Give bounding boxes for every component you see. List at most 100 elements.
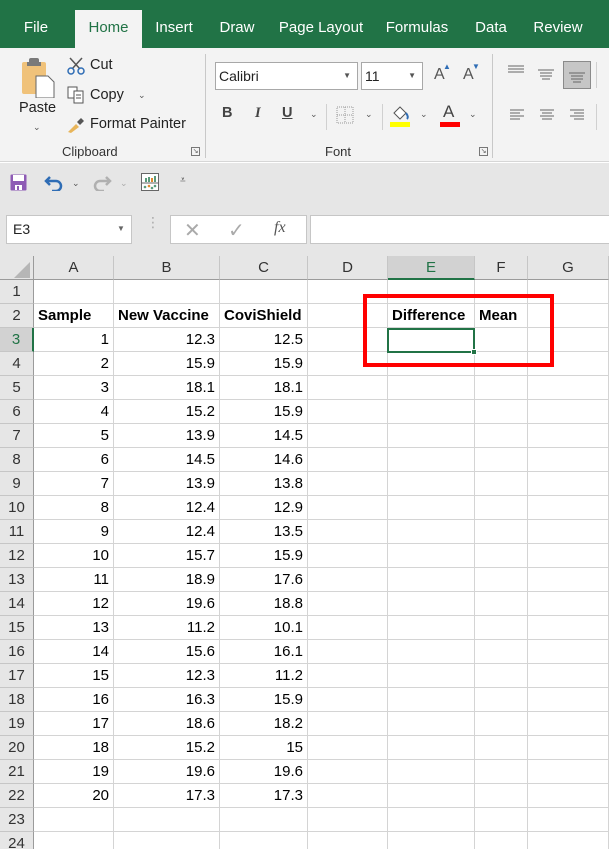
- cell-d22[interactable]: [308, 784, 388, 808]
- cell-e18[interactable]: [388, 688, 475, 712]
- cell-f12[interactable]: [475, 544, 528, 568]
- save-icon[interactable]: [10, 174, 27, 191]
- cell-e8[interactable]: [388, 448, 475, 472]
- bottom-align-button[interactable]: [563, 61, 591, 89]
- cell-d8[interactable]: [308, 448, 388, 472]
- cell-e16[interactable]: [388, 640, 475, 664]
- cell-f18[interactable]: [475, 688, 528, 712]
- cell-f16[interactable]: [475, 640, 528, 664]
- cell-b17[interactable]: 12.3: [114, 664, 220, 688]
- column-header-d[interactable]: D: [308, 256, 388, 280]
- cell-e24[interactable]: [388, 832, 475, 849]
- row-header-1[interactable]: 1: [0, 280, 34, 304]
- cell-a17[interactable]: 15: [34, 664, 114, 688]
- cell-b16[interactable]: 15.6: [114, 640, 220, 664]
- cell-g24[interactable]: [528, 832, 609, 849]
- cell-b13[interactable]: 18.9: [114, 568, 220, 592]
- undo-icon[interactable]: [44, 175, 64, 191]
- cell-g22[interactable]: [528, 784, 609, 808]
- cell-e10[interactable]: [388, 496, 475, 520]
- cell-f21[interactable]: [475, 760, 528, 784]
- cell-f14[interactable]: [475, 592, 528, 616]
- row-header-23[interactable]: 23: [0, 808, 34, 832]
- cell-a9[interactable]: 7: [34, 472, 114, 496]
- tab-page-layout[interactable]: Page Layout: [272, 10, 370, 48]
- cell-a20[interactable]: 18: [34, 736, 114, 760]
- tab-file[interactable]: File: [12, 10, 60, 48]
- row-header-16[interactable]: 16: [0, 640, 34, 664]
- cell-c3[interactable]: 12.5: [220, 328, 308, 352]
- cell-b6[interactable]: 15.2: [114, 400, 220, 424]
- font-dialog-launcher-icon[interactable]: ↘: [479, 147, 488, 156]
- customize-qat-icon[interactable]: ⩡: [180, 175, 186, 186]
- cell-b2[interactable]: New Vaccine: [114, 304, 220, 328]
- cell-c24[interactable]: [220, 832, 308, 849]
- cell-e9[interactable]: [388, 472, 475, 496]
- paste-button[interactable]: Paste ⌄: [10, 56, 62, 136]
- cell-a3[interactable]: 1: [34, 328, 114, 352]
- cell-b11[interactable]: 12.4: [114, 520, 220, 544]
- row-header-17[interactable]: 17: [0, 664, 34, 688]
- underline-dropdown-icon[interactable]: ⌄: [310, 109, 318, 120]
- cell-d6[interactable]: [308, 400, 388, 424]
- row-header-9[interactable]: 9: [0, 472, 34, 496]
- cell-d19[interactable]: [308, 712, 388, 736]
- cell-d9[interactable]: [308, 472, 388, 496]
- cell-a24[interactable]: [34, 832, 114, 849]
- font-name-dropdown-icon[interactable]: ▼: [343, 63, 351, 89]
- cell-f8[interactable]: [475, 448, 528, 472]
- cell-f22[interactable]: [475, 784, 528, 808]
- cell-g23[interactable]: [528, 808, 609, 832]
- cell-e22[interactable]: [388, 784, 475, 808]
- cell-b22[interactable]: 17.3: [114, 784, 220, 808]
- row-header-10[interactable]: 10: [0, 496, 34, 520]
- cell-d24[interactable]: [308, 832, 388, 849]
- cell-c14[interactable]: 18.8: [220, 592, 308, 616]
- cell-f19[interactable]: [475, 712, 528, 736]
- fill-color-dropdown-icon[interactable]: ⌄: [420, 109, 428, 120]
- cell-c13[interactable]: 17.6: [220, 568, 308, 592]
- font-color-dropdown-icon[interactable]: ⌄: [469, 109, 477, 120]
- row-header-12[interactable]: 12: [0, 544, 34, 568]
- cell-d12[interactable]: [308, 544, 388, 568]
- cell-c12[interactable]: 15.9: [220, 544, 308, 568]
- redo-dropdown-icon[interactable]: ⌄: [120, 178, 128, 189]
- cell-b7[interactable]: 13.9: [114, 424, 220, 448]
- cell-c18[interactable]: 15.9: [220, 688, 308, 712]
- cell-g7[interactable]: [528, 424, 609, 448]
- cell-f7[interactable]: [475, 424, 528, 448]
- cell-c20[interactable]: 15: [220, 736, 308, 760]
- top-align-icon[interactable]: [507, 65, 525, 75]
- cell-g21[interactable]: [528, 760, 609, 784]
- cell-a6[interactable]: 4: [34, 400, 114, 424]
- cell-g16[interactable]: [528, 640, 609, 664]
- cell-a2[interactable]: Sample: [34, 304, 114, 328]
- cell-b5[interactable]: 18.1: [114, 376, 220, 400]
- row-header-2[interactable]: 2: [0, 304, 34, 328]
- cell-c7[interactable]: 14.5: [220, 424, 308, 448]
- cell-a16[interactable]: 14: [34, 640, 114, 664]
- cell-f23[interactable]: [475, 808, 528, 832]
- cell-a4[interactable]: 2: [34, 352, 114, 376]
- row-header-19[interactable]: 19: [0, 712, 34, 736]
- shrink-font-button[interactable]: A ▼: [461, 62, 480, 86]
- cell-a23[interactable]: [34, 808, 114, 832]
- cell-d15[interactable]: [308, 616, 388, 640]
- clipboard-dialog-launcher-icon[interactable]: ↘: [191, 147, 200, 156]
- cell-c11[interactable]: 13.5: [220, 520, 308, 544]
- cell-f13[interactable]: [475, 568, 528, 592]
- cell-a21[interactable]: 19: [34, 760, 114, 784]
- cell-g15[interactable]: [528, 616, 609, 640]
- cell-e12[interactable]: [388, 544, 475, 568]
- tab-home[interactable]: Home: [75, 10, 142, 48]
- cell-c16[interactable]: 16.1: [220, 640, 308, 664]
- row-header-8[interactable]: 8: [0, 448, 34, 472]
- row-header-7[interactable]: 7: [0, 424, 34, 448]
- cell-g5[interactable]: [528, 376, 609, 400]
- row-header-15[interactable]: 15: [0, 616, 34, 640]
- cell-g19[interactable]: [528, 712, 609, 736]
- cell-b9[interactable]: 13.9: [114, 472, 220, 496]
- tab-formulas[interactable]: Formulas: [380, 10, 454, 48]
- cell-a8[interactable]: 6: [34, 448, 114, 472]
- active-cell-selection[interactable]: [387, 328, 477, 355]
